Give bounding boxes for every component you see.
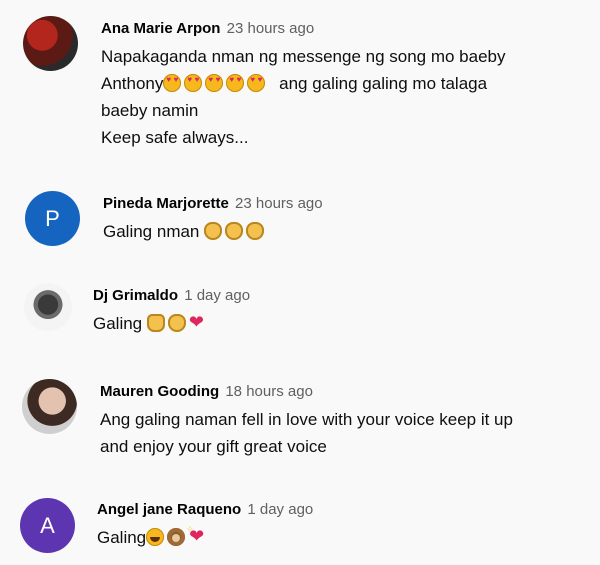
- comment-text: Ang galing naman fell in love with your …: [100, 410, 513, 456]
- comment-text: Napakaganda nman ng messenge ng song mo …: [101, 43, 506, 151]
- clapping-hands-icon: [167, 314, 186, 332]
- comment-timestamp[interactable]: 1 day ago: [184, 287, 250, 304]
- heart-eyes-icon: [163, 74, 182, 92]
- avatar[interactable]: A: [20, 498, 75, 553]
- avatar-letter: P: [45, 205, 60, 231]
- comment-timestamp[interactable]: 23 hours ago: [235, 195, 323, 212]
- heart-eyes-icon: [205, 74, 224, 92]
- avatar-letter: A: [40, 512, 55, 538]
- comment-timestamp[interactable]: 23 hours ago: [227, 20, 315, 37]
- heart-eyes-icon: [247, 74, 266, 92]
- comment-author[interactable]: Pineda Marjorette: [103, 195, 229, 212]
- comment-timestamp[interactable]: 1 day ago: [247, 501, 313, 518]
- comment-text: Galing nman: [103, 218, 323, 245]
- comment-text: Galing: [93, 310, 250, 337]
- red-heart-icon: [189, 313, 207, 332]
- thumbs-up-icon: [146, 314, 165, 332]
- avatar[interactable]: [24, 283, 72, 331]
- comment-timestamp[interactable]: 18 hours ago: [225, 383, 313, 400]
- avatar[interactable]: P: [25, 191, 80, 246]
- heart-eyes-icon: [226, 74, 245, 92]
- comment-author[interactable]: Ana Marie Arpon: [101, 20, 220, 37]
- comment-author[interactable]: Angel jane Raqueno: [97, 501, 241, 518]
- sparkling-heart-icon: [186, 525, 208, 546]
- clapping-hands-icon: [225, 222, 244, 240]
- comment-text: Galing: [97, 524, 313, 551]
- clapping-hands-icon: [204, 222, 223, 240]
- comment-author[interactable]: Mauren Gooding: [100, 383, 219, 400]
- heart-eyes-icon: [184, 74, 203, 92]
- comment-author[interactable]: Dj Grimaldo: [93, 287, 178, 304]
- grinning-squinting-face-icon: [146, 528, 165, 546]
- avatar[interactable]: [23, 16, 78, 71]
- clapping-hands-icon: [246, 222, 265, 240]
- see-no-evil-monkey-icon: [167, 528, 186, 546]
- avatar[interactable]: [22, 379, 77, 434]
